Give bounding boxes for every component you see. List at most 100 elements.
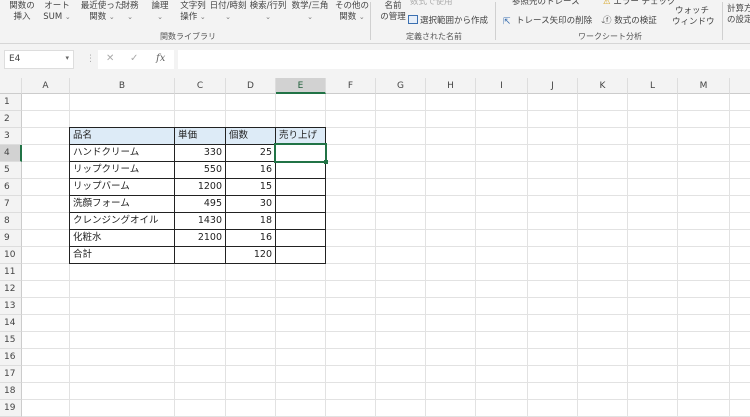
cell[interactable] (226, 349, 276, 366)
cell[interactable] (678, 94, 730, 111)
cancel-icon[interactable]: ✕ (106, 53, 114, 64)
table-cell[interactable]: 15 (225, 178, 276, 196)
cell[interactable] (70, 366, 175, 383)
cell[interactable] (326, 298, 376, 315)
cell[interactable] (376, 315, 426, 332)
cell[interactable] (22, 298, 70, 315)
table-cell[interactable]: 1200 (174, 178, 226, 196)
cell[interactable] (528, 162, 578, 179)
cell[interactable] (376, 128, 426, 145)
cell[interactable] (628, 162, 678, 179)
cell[interactable] (528, 111, 578, 128)
cell[interactable] (678, 230, 730, 247)
cell[interactable] (528, 298, 578, 315)
row-header-6[interactable]: 6 (0, 179, 22, 196)
cell[interactable] (730, 111, 750, 128)
cell[interactable] (678, 111, 730, 128)
cell[interactable] (22, 383, 70, 400)
cell[interactable] (678, 332, 730, 349)
cell[interactable] (226, 281, 276, 298)
cell[interactable] (476, 298, 528, 315)
cell[interactable] (578, 298, 628, 315)
cell[interactable] (476, 315, 528, 332)
row-header-18[interactable]: 18 (0, 383, 22, 400)
cell[interactable] (678, 179, 730, 196)
column-header-F[interactable]: F (326, 78, 376, 94)
cell[interactable] (578, 247, 628, 264)
cell[interactable] (326, 230, 376, 247)
cell[interactable] (628, 281, 678, 298)
cell[interactable] (476, 111, 528, 128)
cell[interactable] (476, 145, 528, 162)
cell[interactable] (326, 213, 376, 230)
cell[interactable] (22, 366, 70, 383)
cell[interactable] (426, 179, 476, 196)
table-cell[interactable]: 18 (225, 212, 276, 230)
cell[interactable] (326, 366, 376, 383)
cell[interactable] (22, 349, 70, 366)
cell[interactable] (730, 366, 750, 383)
cell[interactable] (326, 247, 376, 264)
table-cell[interactable] (275, 178, 326, 196)
cell[interactable] (376, 111, 426, 128)
table-cell[interactable]: 16 (225, 229, 276, 247)
formula-input[interactable] (178, 50, 750, 69)
column-header-M[interactable]: M (678, 78, 730, 94)
table-cell[interactable]: 25 (225, 144, 276, 162)
cell[interactable] (175, 298, 226, 315)
row-header-14[interactable]: 14 (0, 315, 22, 332)
cell[interactable] (578, 383, 628, 400)
row-header-16[interactable]: 16 (0, 349, 22, 366)
evaluate-formula-button[interactable]: ⓕ 数式の検証 (603, 14, 657, 26)
cell[interactable] (326, 145, 376, 162)
calculation-options-button[interactable]: 計算方法の設定 (727, 4, 750, 26)
cell[interactable] (730, 349, 750, 366)
column-header-C[interactable]: C (175, 78, 226, 94)
chevron-down-icon[interactable]: ▾ (65, 54, 69, 62)
fill-handle[interactable] (324, 160, 328, 164)
cell[interactable] (476, 264, 528, 281)
table-cell[interactable] (275, 195, 326, 213)
cell[interactable] (276, 111, 326, 128)
cell[interactable] (476, 281, 528, 298)
cell[interactable] (376, 332, 426, 349)
cell[interactable] (22, 247, 70, 264)
cell[interactable] (678, 247, 730, 264)
cell[interactable] (276, 315, 326, 332)
cell[interactable] (22, 145, 70, 162)
ribbon-button[interactable]: 論理 ⌄ (143, 1, 177, 23)
row-header-10[interactable]: 10 (0, 247, 22, 264)
row-header-15[interactable]: 15 (0, 332, 22, 349)
cell[interactable] (678, 213, 730, 230)
ribbon-button[interactable]: 検索/行列 ⌄ (246, 1, 290, 23)
cell[interactable] (528, 366, 578, 383)
name-box[interactable]: E4 ▾ (4, 50, 74, 69)
table-cell[interactable]: リップバーム (69, 178, 175, 196)
column-header-E[interactable]: E (276, 78, 326, 94)
table-header-cell[interactable]: 単価 (174, 127, 226, 145)
cell[interactable] (22, 213, 70, 230)
cell[interactable] (22, 315, 70, 332)
cell[interactable] (276, 281, 326, 298)
cell[interactable] (22, 128, 70, 145)
cell[interactable] (628, 315, 678, 332)
cell[interactable] (476, 247, 528, 264)
cell[interactable] (426, 332, 476, 349)
cell[interactable] (628, 264, 678, 281)
cell[interactable] (70, 315, 175, 332)
name-manager-button[interactable]: 名前 の管理 (376, 1, 410, 23)
cell[interactable] (628, 128, 678, 145)
cell[interactable] (730, 145, 750, 162)
ribbon-button[interactable]: その他の 関数 ⌄ (335, 1, 369, 23)
cell[interactable] (476, 213, 528, 230)
cell[interactable] (175, 281, 226, 298)
cell[interactable] (578, 94, 628, 111)
table-cell[interactable]: 30 (225, 195, 276, 213)
cell[interactable] (628, 94, 678, 111)
cell[interactable] (628, 400, 678, 417)
cell[interactable] (426, 366, 476, 383)
row-header-5[interactable]: 5 (0, 162, 22, 179)
cell[interactable] (528, 247, 578, 264)
watch-window-button[interactable]: ウォッチ ウィンドウ (672, 6, 715, 28)
cell[interactable] (70, 332, 175, 349)
